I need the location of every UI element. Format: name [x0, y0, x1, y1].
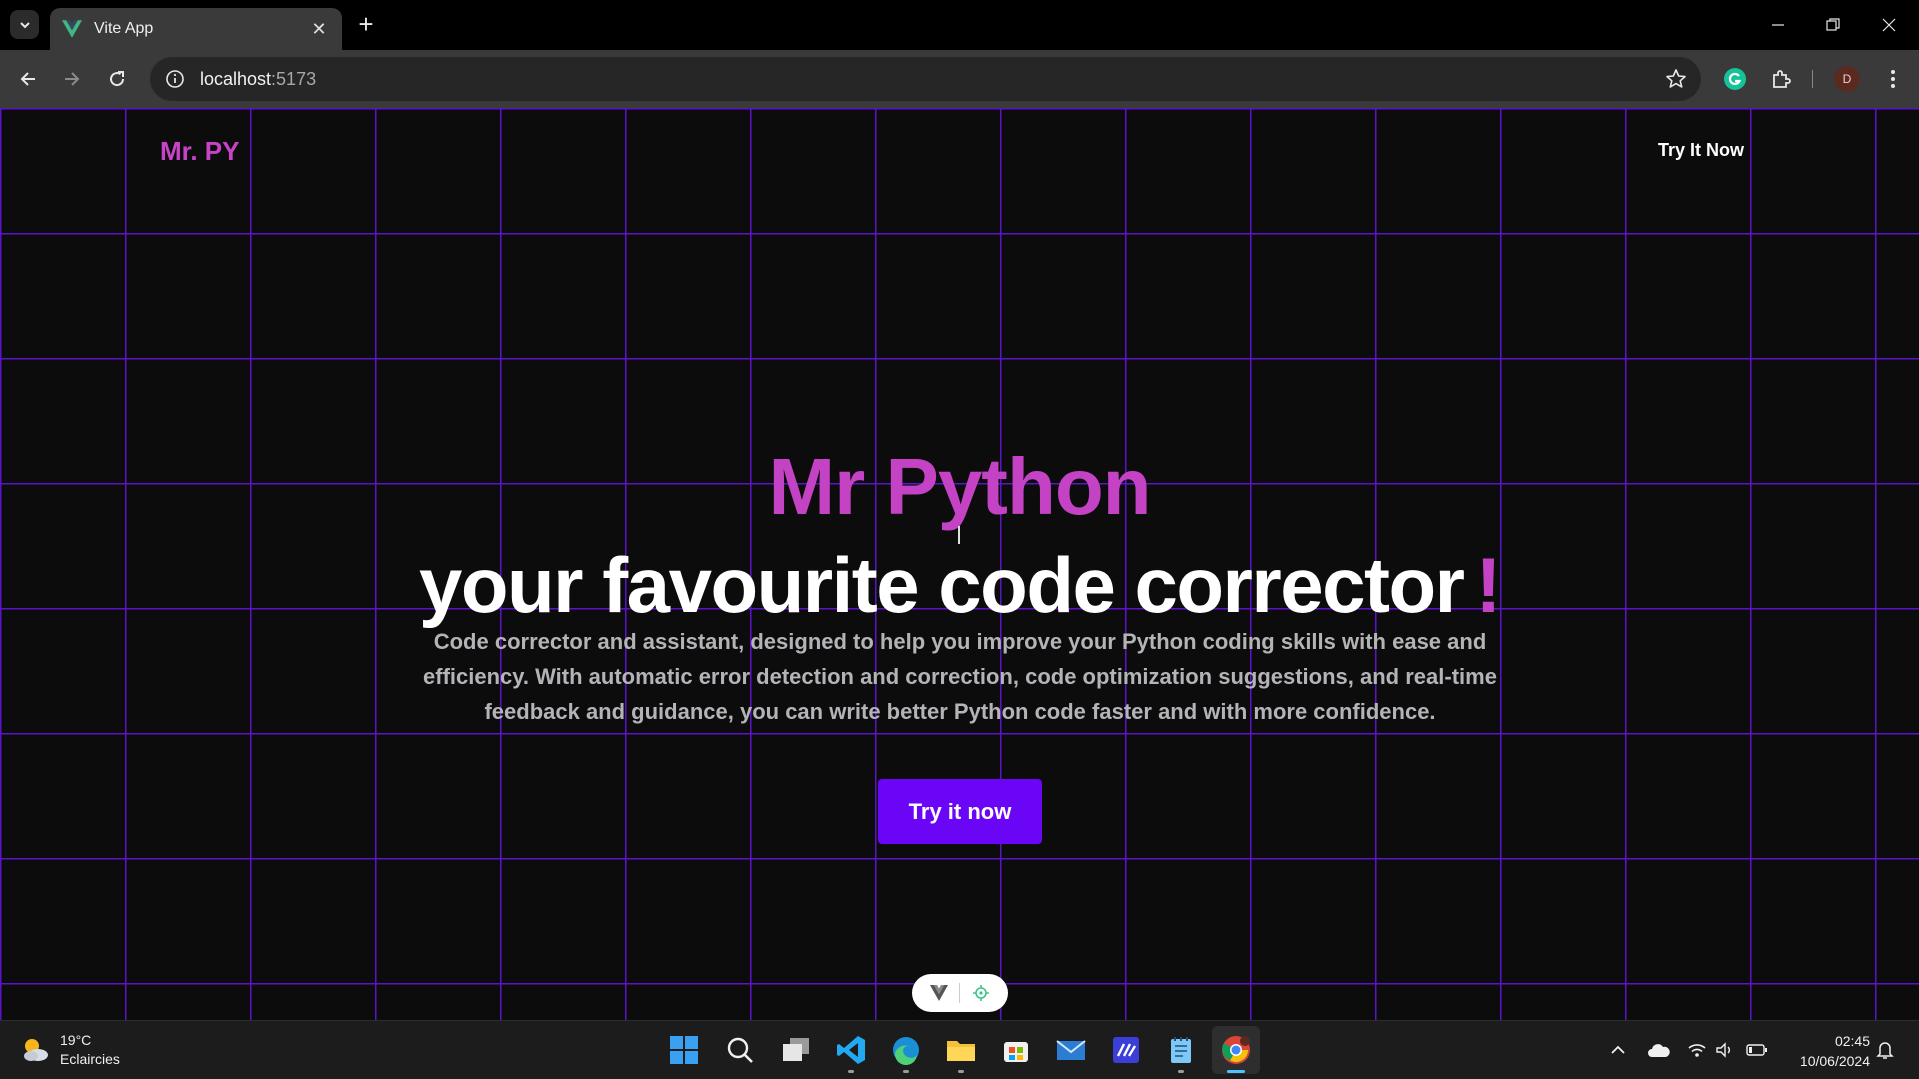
reload-icon[interactable]	[102, 64, 132, 94]
running-indicator	[1178, 1070, 1184, 1073]
search-icon[interactable]	[723, 1033, 757, 1067]
onedrive-icon[interactable]	[1646, 1039, 1672, 1061]
chrome-icon[interactable]	[1212, 1026, 1260, 1074]
forward-icon[interactable]	[57, 64, 87, 94]
clock-date: 10/06/2024	[1799, 1053, 1870, 1069]
system-clock[interactable]: 02:45 10/06/2024	[1780, 1031, 1870, 1071]
wifi-icon[interactable]	[1686, 1039, 1708, 1061]
notepad-icon[interactable]	[1164, 1033, 1198, 1073]
weather-description: Eclaircies	[60, 1051, 120, 1067]
mail-icon[interactable]	[1054, 1033, 1088, 1067]
hero-subtitle: your favourite code corrector!	[0, 540, 1919, 631]
vue-devtools-icon	[929, 985, 948, 1001]
devtools-divider	[959, 983, 961, 1003]
tasks-icon[interactable]	[1109, 1033, 1143, 1067]
battery-icon[interactable]	[1746, 1039, 1768, 1061]
running-indicator	[848, 1070, 854, 1073]
hero-subtitle-mark: !	[1475, 541, 1501, 629]
profile-avatar[interactable]: D	[1834, 66, 1860, 92]
weather-temperature: 19°C	[60, 1032, 92, 1048]
bookmark-star-icon[interactable]	[1665, 68, 1687, 90]
hero-description: Code corrector and assistant, designed t…	[423, 629, 1497, 724]
running-indicator	[903, 1070, 909, 1073]
browser-toolbar: localhost:5173 D	[0, 50, 1919, 108]
hero-title: Mr Python	[768, 442, 1151, 531]
site-info-icon[interactable]	[164, 68, 186, 90]
url-port: :5173	[271, 68, 317, 89]
browser-tab[interactable]: Vite App ✕	[50, 8, 342, 50]
minimize-icon[interactable]	[1753, 10, 1803, 40]
weather-icon	[24, 1039, 48, 1061]
grammarly-icon[interactable]	[1720, 64, 1750, 94]
inspect-target-icon	[973, 985, 990, 1001]
toolbar-divider	[1812, 70, 1813, 88]
window-close-icon[interactable]	[1864, 10, 1914, 40]
plus-icon[interactable]: +	[352, 10, 380, 38]
address-bar[interactable]: localhost:5173	[150, 57, 1701, 101]
nav-try-it-now-link[interactable]: Try It Now	[1658, 140, 1744, 161]
clock-time: 02:45	[1834, 1033, 1870, 1049]
tray-chevron-icon[interactable]	[1607, 1039, 1629, 1061]
windows-start-icon[interactable]	[667, 1033, 701, 1067]
browser-tab-bar: Vite App ✕ +	[0, 0, 1919, 50]
vscode-icon[interactable]	[834, 1033, 868, 1073]
extensions-icon[interactable]	[1766, 64, 1796, 94]
volume-icon[interactable]	[1714, 1039, 1736, 1061]
weather-widget[interactable]: 19°C Eclaircies	[20, 1031, 120, 1069]
more-icon[interactable]	[1878, 64, 1908, 94]
running-indicator	[958, 1070, 964, 1073]
active-indicator	[1227, 1070, 1245, 1073]
edge-icon[interactable]	[889, 1033, 923, 1073]
tab-search-icon[interactable]	[10, 10, 39, 39]
site-logo[interactable]: Mr. PY	[160, 136, 239, 167]
notification-bell-icon[interactable]	[1874, 1039, 1896, 1061]
vue-favicon	[62, 20, 82, 38]
close-icon[interactable]: ✕	[308, 19, 330, 40]
task-view-icon[interactable]	[779, 1033, 813, 1067]
file-explorer-icon[interactable]	[944, 1033, 978, 1073]
restore-icon[interactable]	[1808, 10, 1858, 40]
tab-title: Vite App	[94, 20, 154, 37]
hero-try-it-now-button[interactable]: Try it now	[878, 779, 1042, 844]
url-host: localhost	[200, 68, 272, 89]
hero-subtitle-text: your favourite code corrector	[419, 541, 1465, 629]
page-viewport: Mr. PY Try It Now Mr Python your favouri…	[0, 108, 1919, 1020]
windows-taskbar: 19°C Eclaircies 02:45 10/06/2024	[0, 1020, 1919, 1079]
vue-devtools-toggle[interactable]	[912, 974, 1008, 1012]
store-icon[interactable]	[999, 1033, 1033, 1067]
back-icon[interactable]	[13, 64, 43, 94]
